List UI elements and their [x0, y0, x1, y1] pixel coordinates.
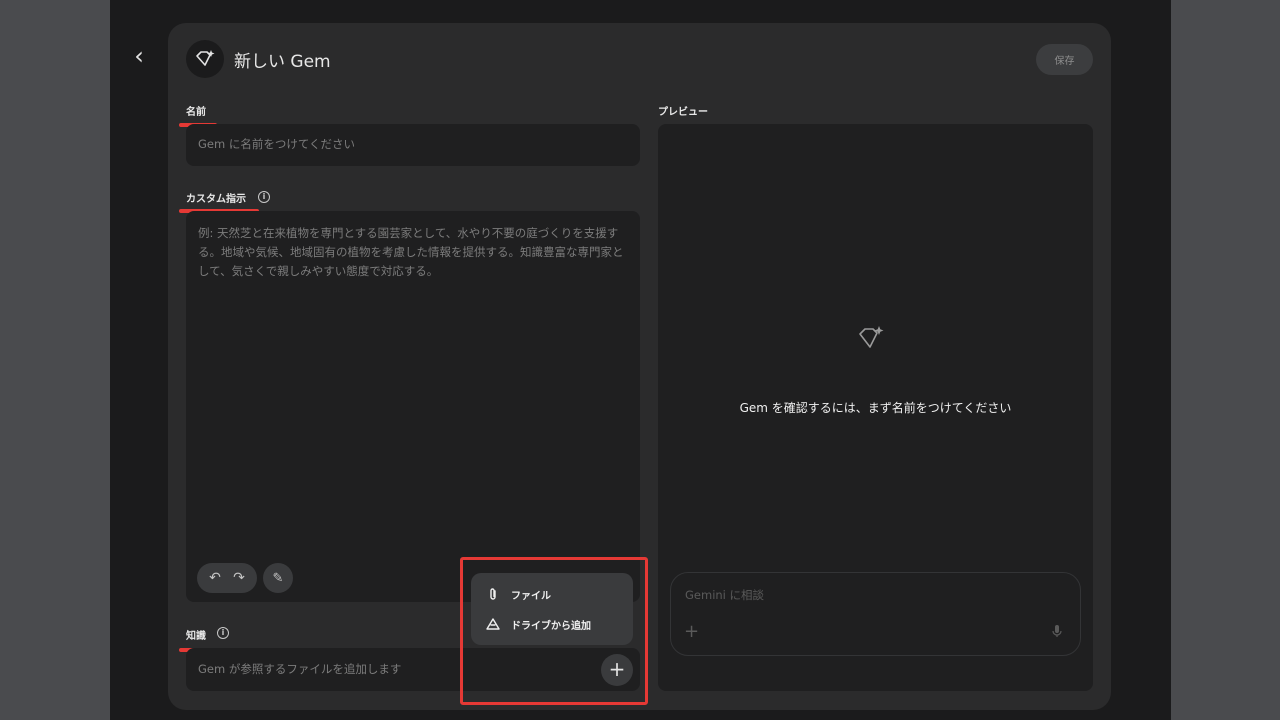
- microphone-icon[interactable]: [1052, 624, 1062, 638]
- back-arrow-icon[interactable]: ‹: [128, 43, 150, 69]
- gem-avatar: [186, 40, 224, 78]
- menu-item-drive-label: ドライブから追加: [511, 620, 591, 632]
- menu-item-file-label: ファイル: [511, 590, 551, 602]
- instructions-info-icon[interactable]: i: [258, 191, 270, 203]
- knowledge-field[interactable]: Gem が参照するファイルを追加します: [186, 648, 640, 691]
- name-input[interactable]: Gem に名前をつけてください: [186, 124, 640, 166]
- instructions-label: カスタム指示: [186, 194, 246, 205]
- upload-menu: ファイル ドライブから追加: [471, 573, 633, 645]
- menu-item-file[interactable]: ファイル: [471, 579, 633, 609]
- chat-add-icon[interactable]: +: [684, 621, 699, 642]
- magic-wand-button[interactable]: ✎: [263, 563, 293, 593]
- name-label: 名前: [186, 107, 206, 118]
- instructions-textarea[interactable]: 例: 天然芝と在来植物を専門とする園芸家として、水やり不要の庭づくりを支援する。…: [186, 211, 640, 602]
- save-button[interactable]: 保存: [1036, 44, 1093, 75]
- page-title: 新しい Gem: [234, 52, 331, 72]
- undo-icon[interactable]: ↶: [209, 570, 221, 586]
- add-knowledge-button[interactable]: +: [601, 654, 633, 686]
- gem-sparkle-icon: [196, 50, 215, 66]
- paperclip-icon: [485, 587, 501, 601]
- undo-redo-group: ↶ ↷: [197, 563, 257, 593]
- preview-chat-input[interactable]: [670, 572, 1081, 656]
- preview-gem-icon: [859, 326, 884, 348]
- knowledge-label: 知識: [186, 631, 206, 642]
- redo-icon[interactable]: ↷: [233, 570, 245, 586]
- chat-placeholder: Gemini に相談: [685, 588, 765, 602]
- magic-wand-icon: ✎: [272, 570, 284, 586]
- drive-icon: [485, 618, 501, 630]
- knowledge-info-icon[interactable]: i: [217, 627, 229, 639]
- menu-item-drive[interactable]: ドライブから追加: [471, 609, 633, 639]
- preview-empty-message: Gem を確認するには、まず名前をつけてください: [739, 401, 1012, 415]
- preview-label: プレビュー: [658, 107, 708, 118]
